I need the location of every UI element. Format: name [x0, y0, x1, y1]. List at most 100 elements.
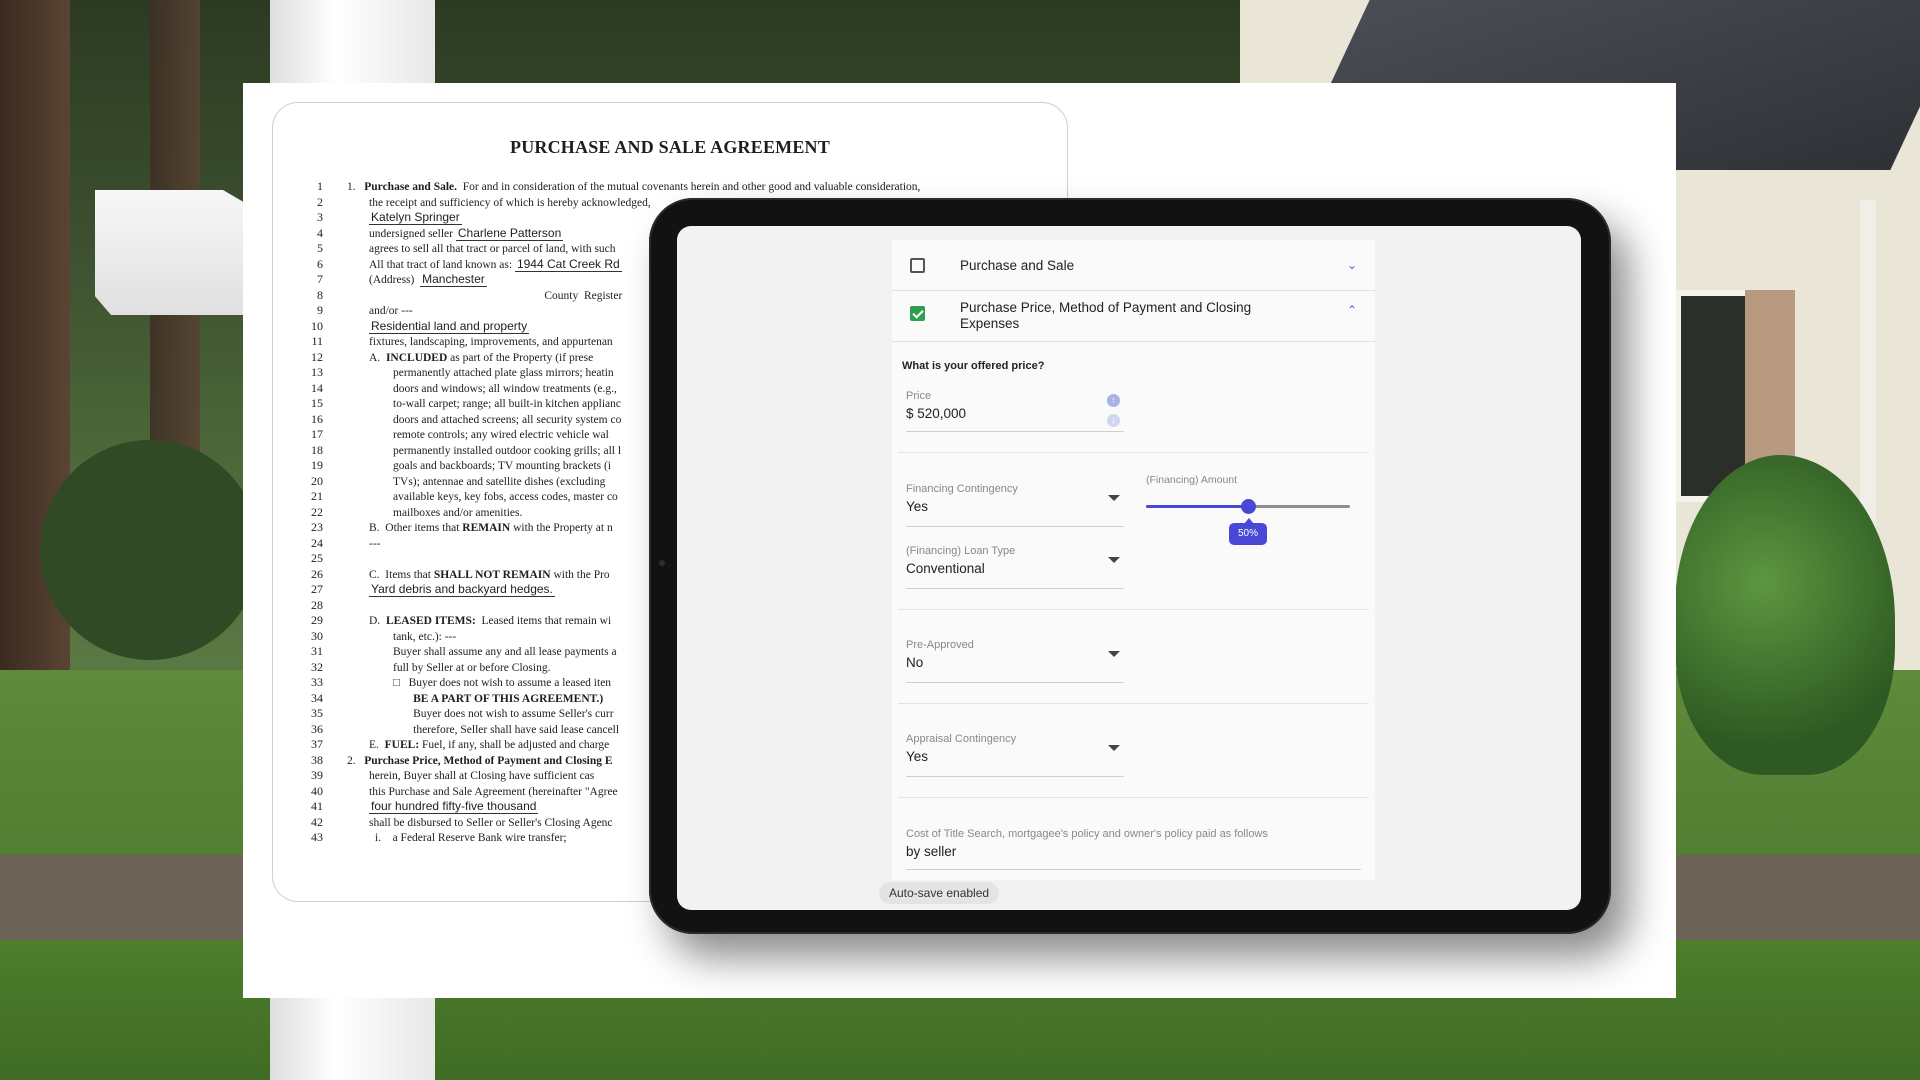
line-segment: the receipt and sufficiency of which is … [369, 196, 651, 209]
line-segment: as part of the Property (if prese [447, 351, 594, 364]
filled-value: four hundred fifty-five thousand [369, 799, 539, 814]
line-text: herein, Buyer shall at Closing have suff… [347, 769, 594, 785]
tablet-screen: Purchase and Sale ⌄ Purchase Price, Meth… [677, 226, 1581, 910]
line-number: 13 [311, 365, 323, 379]
line-number: 15 [311, 396, 323, 410]
line-text: mailboxes and/or amenities. [347, 506, 522, 522]
section-checkbox-checked[interactable] [910, 306, 925, 321]
dropdown-arrow-icon[interactable] [1108, 651, 1120, 657]
line-text: doors and attached screens; all security… [347, 413, 621, 429]
slider-thumb[interactable] [1241, 499, 1256, 514]
line-number: 34 [311, 690, 323, 705]
appraisal-contingency-select[interactable]: Appraisal Contingency Yes [906, 733, 1124, 777]
divider [898, 703, 1369, 704]
line-segment: D. [369, 615, 386, 627]
line-text: shall be disbursed to Seller or Seller's… [347, 816, 613, 832]
line-number: 12 [311, 349, 323, 364]
line-text: □ Buyer does not wish to assume a leased… [347, 676, 611, 692]
line-text: All that tract of land known as: 1944 Ca… [347, 256, 622, 274]
line-number: 21 [311, 489, 323, 503]
line-text: 2. Purchase Price, Method of Payment and… [347, 754, 613, 770]
line-text: Buyer shall assume any and all lease pay… [347, 645, 617, 661]
line-text: undersigned seller Charlene Patterson [347, 225, 564, 243]
dropdown-arrow-icon[interactable] [1108, 745, 1120, 751]
line-segment: permanently installed outdoor cooking gr… [393, 444, 622, 457]
title-cost-input[interactable]: Cost of Title Search, mortgagee's policy… [906, 828, 1361, 870]
section-purchase-and-sale[interactable]: Purchase and Sale ⌄ [892, 240, 1375, 291]
section-checkbox-unchecked[interactable] [910, 258, 925, 273]
filled-value: Yard debris and backyard hedges. [369, 582, 555, 597]
divider [898, 609, 1369, 610]
line-text: Katelyn Springer [347, 210, 462, 227]
financing-amount-slider[interactable]: 50% [1146, 499, 1350, 545]
pre-approved-select[interactable]: Pre-Approved No [906, 639, 1124, 683]
line-text: BE A PART OF THIS AGREEMENT.) [347, 692, 603, 708]
chevron-up-icon[interactable]: ⌃ [1347, 303, 1357, 317]
line-number: 26 [311, 566, 323, 581]
field-value: Yes [906, 749, 929, 764]
line-number: 14 [311, 380, 323, 395]
line-number: 32 [311, 659, 323, 674]
line-segment: agrees to sell all that tract or parcel … [369, 243, 616, 255]
line-number: 11 [311, 334, 323, 348]
line-text: the receipt and sufficiency of which is … [347, 196, 651, 212]
sign-post-arm [95, 190, 255, 315]
line-text: and/or --- [347, 304, 413, 320]
line-number: 33 [311, 675, 323, 689]
line-text: Residential land and property [347, 318, 530, 336]
question-label: What is your offered price? [902, 360, 1045, 372]
line-text: this Purchase and Sale Agreement (herein… [347, 785, 618, 801]
field-underline [906, 776, 1124, 777]
line-number: 41 [311, 799, 323, 813]
line-number: 27 [311, 582, 323, 596]
line-segment: INCLUDED [385, 351, 448, 364]
line-segment: 2. [347, 754, 365, 767]
slider-value-badge: 50% [1229, 518, 1267, 545]
price-field[interactable]: Price $ 520,000 ↑ ↓ [906, 390, 1124, 432]
line-number: 31 [311, 644, 323, 658]
increment-arrow-icon[interactable]: ↑ [1107, 394, 1120, 407]
chevron-down-icon[interactable]: ⌄ [1347, 258, 1357, 272]
line-text: i. a Federal Reserve Bank wire transfer; [347, 831, 567, 847]
line-text: doors and windows; all window treatments… [347, 382, 617, 398]
line-segment: with the Pro [550, 568, 610, 581]
line-text: fixtures, landscaping, improvements, and… [347, 335, 613, 351]
line-number: 38 [311, 752, 323, 767]
field-label: (Financing) Loan Type [906, 545, 1016, 557]
field-underline [906, 682, 1124, 683]
line-segment: Purchase and Sale. [364, 181, 458, 193]
field-label: Price [906, 390, 932, 402]
line-text: 1. Purchase and Sale. For and in conside… [347, 180, 920, 196]
line-number: 9 [317, 303, 323, 317]
line-segment: undersigned seller [369, 227, 456, 240]
line-text: D. LEASED ITEMS: Leased items that remai… [347, 614, 611, 630]
line-segment: (Address) [369, 274, 421, 286]
loan-type-select[interactable]: (Financing) Loan Type Conventional [906, 545, 1124, 589]
financing-contingency-select[interactable]: Financing Contingency Yes [906, 483, 1124, 527]
line-segment: and/or --- [369, 305, 413, 317]
dropdown-arrow-icon[interactable] [1108, 495, 1120, 501]
dropdown-arrow-icon[interactable] [1108, 557, 1120, 563]
section-purchase-price[interactable]: Purchase Price, Method of Payment and Cl… [892, 291, 1375, 342]
line-segment: BE A PART OF THIS AGREEMENT.) [413, 692, 604, 705]
line-segment: Purchase Price, Method of Payment and Cl… [364, 754, 613, 767]
line-number: 17 [311, 427, 323, 441]
line-number: 22 [311, 504, 323, 519]
line-segment: SHALL NOT REMAIN [433, 568, 551, 581]
line-segment: doors and windows; all window treatments… [393, 382, 617, 395]
filled-value: 1944 Cat Creek Rd [514, 256, 622, 272]
line-text: goals and backboards; TV mounting bracke… [347, 459, 611, 475]
line-number: 23 [311, 520, 323, 534]
line-text: permanently attached plate glass mirrors… [347, 366, 614, 382]
line-text: therefore, Seller shall have said lease … [347, 723, 619, 739]
line-number: 10 [311, 318, 323, 333]
decrement-arrow-icon[interactable]: ↓ [1107, 414, 1120, 427]
line-number: 30 [311, 628, 323, 643]
line-segment: TVs); antennae and satellite dishes (exc… [393, 475, 606, 488]
field-value: Conventional [906, 561, 985, 576]
line-segment: tank, etc.): --- [393, 630, 457, 643]
slider-fill [1146, 505, 1248, 508]
line-number: 16 [311, 411, 323, 426]
tablet-device: Purchase and Sale ⌄ Purchase Price, Meth… [649, 198, 1611, 934]
field-value: No [906, 655, 924, 670]
